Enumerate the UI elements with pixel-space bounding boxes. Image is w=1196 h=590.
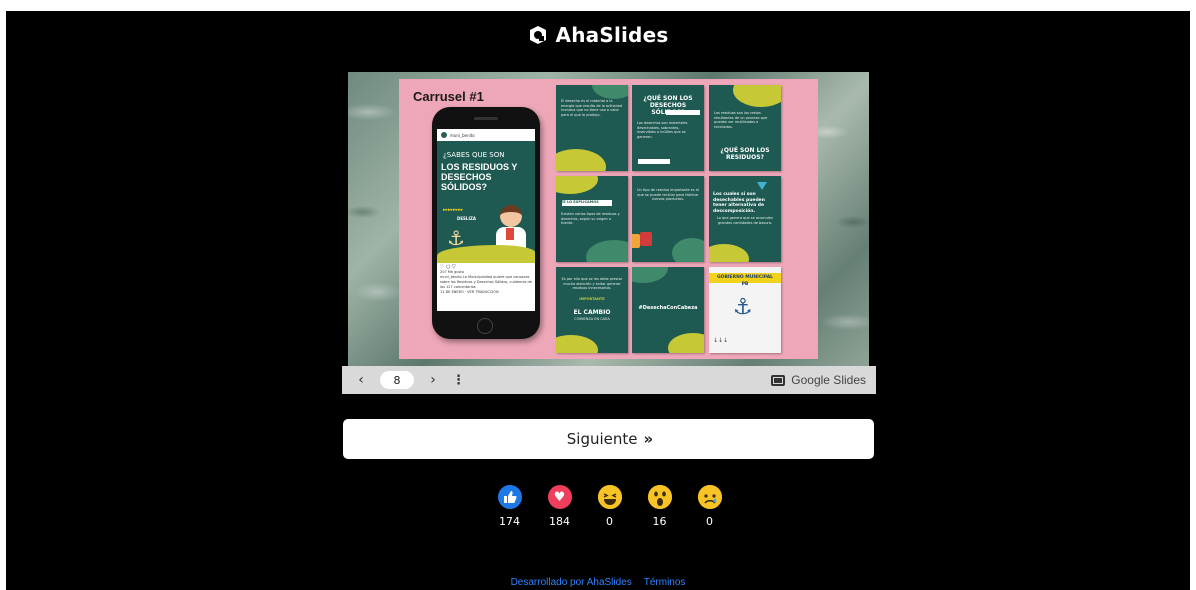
- tile-label: TE LO EXPLICAMOS: [561, 200, 599, 204]
- wow-face-icon[interactable]: [647, 485, 672, 509]
- siguiente-button[interactable]: Siguiente »: [343, 419, 874, 459]
- phone-post-meta: ♡ ○ ▽ 207 Me gusta muni_benito La Munici…: [437, 263, 535, 297]
- siguiente-label: Siguiente: [566, 430, 638, 448]
- phone-speaker: [474, 117, 498, 120]
- tile-blob: [556, 149, 606, 171]
- google-slides-icon: [771, 374, 786, 386]
- reaction-laugh[interactable]: 0: [597, 485, 622, 528]
- tile-blob: [632, 267, 668, 283]
- phone-mockup: muni_benito ¿SABES QUE SON LOS RESIDUOS …: [432, 107, 540, 339]
- post-caption: muni_benito La Municipalidad quiere que …: [440, 275, 532, 289]
- carousel-tile-6: Los cuales si son desechables pueden ten…: [709, 176, 781, 262]
- tile-text: Un tipo de residuo importante es el que …: [637, 188, 699, 201]
- double-chevron-right-icon: »: [643, 430, 654, 448]
- post-wave: [437, 245, 535, 263]
- wow-count: 16: [652, 515, 667, 528]
- character-head: [500, 205, 522, 227]
- page-number-input[interactable]: 8: [380, 371, 414, 389]
- arrow-down-icons: ↓↓↓: [713, 337, 729, 344]
- reaction-love[interactable]: ♥ 184: [547, 485, 572, 528]
- tile-blob: [668, 333, 704, 353]
- tile-bar: [638, 159, 670, 164]
- shopping-bag-icon: [632, 234, 640, 248]
- shopping-bag-icon: [640, 232, 652, 246]
- tile-blob: [592, 85, 628, 99]
- reaction-like[interactable]: 174: [497, 485, 522, 528]
- developed-by-link[interactable]: Desarrollado por AhaSlides: [511, 577, 632, 588]
- profile-name: muni_benito: [450, 132, 475, 138]
- tile-blob: [556, 176, 598, 194]
- triangle-icon: [757, 182, 767, 190]
- post-headline: LOS RESIDUOS Y DESECHOS SÓLIDOS?: [441, 162, 518, 192]
- heart-icon[interactable]: ♥: [547, 485, 572, 509]
- carousel-tile-5: Un tipo de residuo importante es el que …: [632, 176, 704, 262]
- sad-face-icon[interactable]: [697, 485, 722, 509]
- reaction-sad[interactable]: 0: [697, 485, 722, 528]
- tile-text: Lo que genera que se acumulen grandes ca…: [716, 216, 774, 225]
- carousel-tile-3: Los residuos son los restos resultantes …: [709, 85, 781, 171]
- google-slides-label: Google Slides: [791, 373, 866, 387]
- brand-name: AhaSlides: [555, 23, 669, 47]
- tile-subheading: COMIENZA EN CASA: [574, 317, 610, 321]
- next-slide-arrow-button[interactable]: ›: [426, 372, 440, 388]
- carousel-title: Carrusel #1: [413, 89, 484, 104]
- phone-screen: muni_benito ¿SABES QUE SON LOS RESIDUOS …: [437, 129, 535, 311]
- sad-count: 0: [706, 515, 713, 528]
- like-count: 174: [499, 515, 520, 528]
- tile-text: Existen varios tipos de residuos y desec…: [561, 212, 620, 225]
- reactions-bar: 174 ♥ 184 0 16 0: [497, 485, 722, 528]
- laugh-count: 0: [606, 515, 613, 528]
- tile-blob: [556, 335, 598, 353]
- slide-image: Carrusel #1 muni_benito ¿SABES QUE SON L…: [348, 72, 869, 366]
- tile-text: El desecho es el material o la energía q…: [561, 99, 622, 117]
- post-swipe-label: DESLIZA: [457, 216, 476, 221]
- tile-blob: [672, 238, 704, 262]
- carousel-tile-4: TE LO EXPLICAMOS Existen varios tipos de…: [556, 176, 628, 262]
- tile-heading: GOBIERNO MUNICIPAL PB: [716, 275, 774, 287]
- tile-blob: [709, 244, 749, 262]
- post-arrows: ▸▸▸▸▸▸▸▸: [443, 207, 464, 213]
- character-scarf: [506, 228, 514, 240]
- profile-avatar: [441, 132, 447, 138]
- phone-home-button: [477, 318, 493, 334]
- slide-canvas: Carrusel #1 muni_benito ¿SABES QUE SON L…: [399, 79, 818, 359]
- tile-blob: [586, 240, 628, 262]
- tile-text: Es por ello que se les debe prestar much…: [561, 277, 623, 290]
- carousel-tile-2: ¿QUÉ SON LOS DESECHOS SÓLIDOS? Los desec…: [632, 85, 704, 171]
- phone-profile-row: muni_benito: [437, 129, 535, 141]
- page-frame: AhaSlides Carrusel #1 muni_benito ¿SABES…: [6, 11, 1190, 590]
- tile-blob: [733, 85, 781, 107]
- post-date: 11 DE ENERO · VER TRADUCCIÓN: [440, 290, 499, 294]
- carousel-tile-8: #DesechaConCabeza: [632, 267, 704, 353]
- tile-heading: ¿QUÉ SON LOS RESIDUOS?: [720, 147, 770, 161]
- slides-embed: Carrusel #1 muni_benito ¿SABES QUE SON L…: [342, 72, 876, 394]
- tile-heading: Los cuales si son desechables pueden ten…: [713, 192, 765, 214]
- municipal-emblem-icon: ⚓: [733, 295, 753, 320]
- carousel-tile-7: Es por ello que se les debe prestar much…: [556, 267, 628, 353]
- love-count: 184: [549, 515, 570, 528]
- carousel-tile-1: El desecho es el material o la energía q…: [556, 85, 628, 171]
- more-options-icon[interactable]: ⋮: [452, 373, 465, 388]
- brand-header: AhaSlides: [6, 23, 1190, 47]
- tile-bar: [666, 110, 700, 115]
- terms-link[interactable]: Términos: [644, 577, 686, 588]
- ahaslides-logo-icon: [529, 26, 546, 44]
- thumbs-up-icon[interactable]: [497, 485, 522, 509]
- carousel-tile-9: GOBIERNO MUNICIPAL PB ⚓ ↓↓↓: [709, 267, 781, 353]
- tile-label: IMPORTANTE: [579, 297, 605, 301]
- tile-heading: #DesechaConCabeza: [638, 305, 698, 311]
- phone-post: ¿SABES QUE SON LOS RESIDUOS Y DESECHOS S…: [437, 141, 535, 263]
- tile-heading: EL CAMBIO: [573, 309, 611, 316]
- reaction-wow[interactable]: 16: [647, 485, 672, 528]
- post-question: ¿SABES QUE SON: [443, 151, 505, 159]
- footer: Desarrollado por AhaSlides Términos: [6, 577, 1190, 588]
- tile-text: Los desechos son materiales desechables,…: [637, 121, 688, 139]
- tile-text: Los residuos son los restos resultantes …: [714, 111, 768, 129]
- laugh-face-icon[interactable]: [597, 485, 622, 509]
- prev-slide-button[interactable]: ‹: [354, 372, 368, 388]
- google-slides-link[interactable]: Google Slides: [771, 373, 866, 387]
- slide-controls-bar: ‹ 8 › ⋮ Google Slides: [342, 366, 876, 394]
